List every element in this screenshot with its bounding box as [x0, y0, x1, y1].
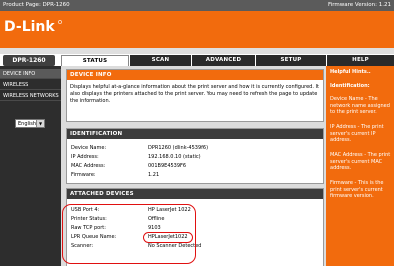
identification-row: MAC Address: 001B9E4539F6 — [71, 163, 187, 169]
language-select[interactable]: English ▼ — [15, 119, 45, 128]
identification-heading: IDENTIFICATION — [67, 129, 323, 139]
top-bar: Product Page: DPR-1260 Firmware Version:… — [0, 0, 394, 11]
identification-panel: IDENTIFICATION Device Name: DPR1260 (dlin… — [66, 128, 324, 184]
hints-subtitle: Identification: — [330, 83, 370, 89]
dpr1260-page: Product Page: DPR-1260 Firmware Version:… — [0, 0, 394, 266]
hint-ip-address: IP Address - The print server's current … — [330, 124, 384, 144]
firmware-version-label: Firmware Version: 1.21 — [327, 2, 391, 8]
dlink-logo: D-Link — [4, 19, 62, 34]
tab-help[interactable]: HELP — [326, 55, 394, 66]
sidebar-item-device-info[interactable]: DEVICE INFO — [0, 69, 61, 79]
language-value: English — [18, 121, 37, 127]
identification-row: Device Name: DPR1260 (dlink-4539f6) — [71, 145, 209, 151]
hint-firmware: Firmware - This is the print server's cu… — [330, 180, 384, 200]
hint-mac-address: MAC Address - The print server's current… — [330, 152, 391, 172]
identification-row: Firmware: 1.21 — [71, 172, 160, 178]
hint-device-name: Device Name - The network name assigned … — [330, 96, 390, 116]
tab-advanced[interactable]: ADVANCED — [191, 55, 255, 66]
model-label: DPR-1260 — [3, 55, 55, 66]
highlight-ring-queue-name — [143, 232, 193, 243]
helpful-hints-panel: Helpful Hints.. Identification: Device N… — [326, 66, 394, 266]
hints-title: Helpful Hints.. — [330, 69, 371, 75]
logo-text: D-Link — [4, 19, 55, 34]
tab-status[interactable]: STATUS — [61, 55, 129, 66]
sidebar-item-wireless[interactable]: WIRELESS — [0, 80, 61, 90]
tab-scan[interactable]: SCAN — [129, 55, 191, 66]
identification-row: IP Address: 192.168.0.10 (static) — [71, 154, 201, 160]
attached-devices-heading: ATTACHED DEVICES — [67, 189, 323, 199]
tab-setup[interactable]: SETUP — [255, 55, 326, 66]
device-info-panel: DEVICE INFO Displays helpful at-a-glance… — [66, 69, 324, 122]
device-info-heading: DEVICE INFO — [67, 70, 323, 80]
device-info-description: Displays helpful at-a-glance information… — [70, 84, 319, 104]
sidebar-item-wireless-networks[interactable]: WIRELESS NETWORKS — [0, 91, 61, 101]
chevron-down-icon: ▼ — [36, 120, 44, 127]
product-label: Product Page: DPR-1260 — [3, 2, 70, 8]
